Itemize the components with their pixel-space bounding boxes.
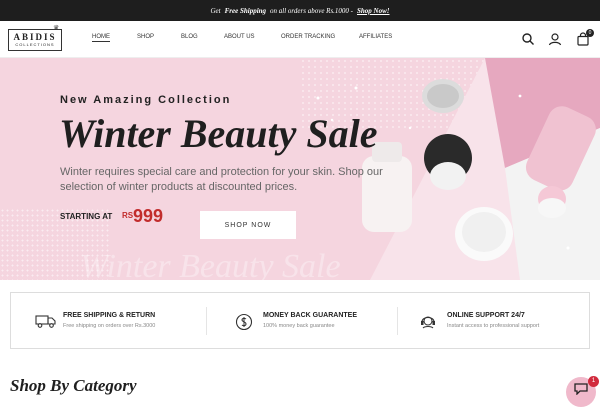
announcement-highlight: Free Shipping [224,6,267,15]
cream-jar [455,207,513,261]
feature-title: FREE SHIPPING & RETURN [63,312,156,319]
cart-count-badge: 0 [586,29,594,37]
nav-item-affiliates[interactable]: AFFILIATES [359,34,392,40]
cream-jar-lid [422,79,464,113]
features-strip: FREE SHIPPING & RETURN Free shipping on … [10,292,590,349]
nav-item-blog[interactable]: BLOG [181,34,198,40]
nav-item-shop[interactable]: SHOP [137,34,154,40]
feature-title: MONEY BACK GUARANTEE [263,312,357,319]
user-icon[interactable] [548,32,562,46]
money-back-icon [235,313,253,331]
section-title: Shop By Category [10,376,137,395]
site-header: ♛ ABIDIS COLLECTIONS HOME SHOP BLOG ABOU… [0,21,600,58]
announcement-bar: Get Free Shipping on all orders above Rs… [0,0,600,21]
chat-notification-badge: 1 [588,376,599,387]
crown-icon: ♛ [53,25,60,32]
support-icon [421,316,435,329]
price-value: 999 [133,206,164,226]
shop-now-link[interactable]: Shop Now! [357,7,389,15]
shop-now-button[interactable]: SHOP NOW [200,211,296,239]
feature-desc: Instant access to professional support [447,323,540,329]
nav-item-about-us[interactable]: ABOUT US [224,34,255,40]
hero-eyebrow: New Amazing Collection [60,94,232,106]
starting-at-label: STARTING AT [60,212,113,221]
truck-icon [35,315,56,328]
hero-banner: Winter Beauty Sale New Amazing Collectio… [0,58,600,280]
announcement-prefix: Get [210,6,221,15]
feature-desc: Free shipping on orders over Rs.3000 [63,323,156,329]
announcement-suffix: on all orders above Rs.1000 - [270,6,354,15]
logo-subtext: COLLECTIONS [15,41,55,47]
nav-item-order-tracking[interactable]: ORDER TRACKING [281,34,335,40]
feature-title: ONLINE SUPPORT 24/7 [447,312,525,319]
chat-icon [574,383,588,395]
logo-text: ABIDIS [13,31,57,42]
divider [206,307,207,335]
search-icon[interactable] [521,32,535,46]
divider [397,307,398,335]
feature-desc: 100% money back guarantee [263,323,335,329]
logo[interactable]: ♛ ABIDIS COLLECTIONS [8,25,62,51]
small-jar [538,186,566,218]
price-currency: RS [122,211,134,220]
hero-watermark: Winter Beauty Sale [80,248,341,280]
nav-item-home[interactable]: HOME [92,34,110,42]
hero-description: Winter requires special care and protect… [60,166,383,193]
hero-title: Winter Beauty Sale [59,111,378,156]
